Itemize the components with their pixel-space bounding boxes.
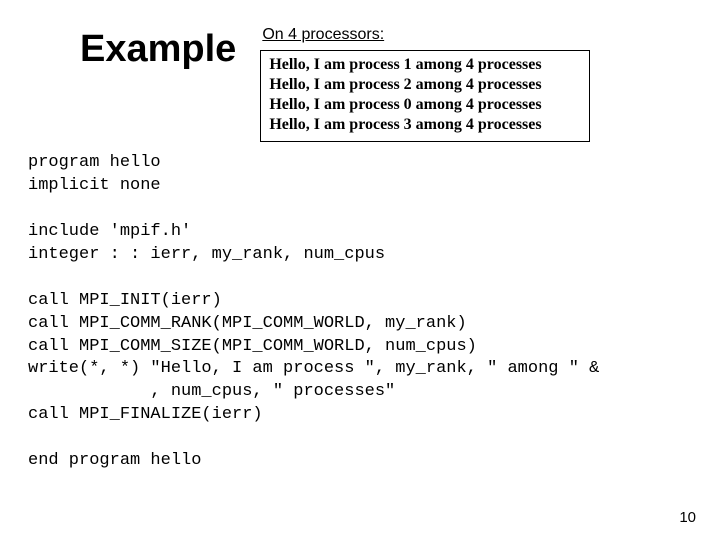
output-box: Hello, I am process 1 among 4 processes … xyxy=(260,50,590,142)
output-line: Hello, I am process 2 among 4 processes xyxy=(269,75,581,95)
code-line: integer : : ierr, my_rank, num_cpus xyxy=(28,245,385,264)
code-line: , num_cpus, " processes" xyxy=(28,382,395,401)
code-line: call MPI_COMM_RANK(MPI_COMM_WORLD, my_ra… xyxy=(28,314,467,333)
code-line: implicit none xyxy=(28,176,161,195)
output-line: Hello, I am process 3 among 4 processes xyxy=(269,115,581,135)
output-line: Hello, I am process 1 among 4 processes xyxy=(269,55,581,75)
output-column: On 4 processors: Hello, I am process 1 a… xyxy=(260,26,692,142)
code-line: write(*, *) "Hello, I am process ", my_r… xyxy=(28,359,599,378)
code-line: include 'mpif.h' xyxy=(28,222,191,241)
code-line: program hello xyxy=(28,153,161,172)
code-block: program hello implicit none include 'mpi… xyxy=(28,152,692,473)
code-line: call MPI_COMM_SIZE(MPI_COMM_WORLD, num_c… xyxy=(28,337,477,356)
code-line: call MPI_FINALIZE(ierr) xyxy=(28,405,263,424)
header-row: Example On 4 processors: Hello, I am pro… xyxy=(28,24,692,142)
code-line: end program hello xyxy=(28,451,201,470)
output-heading: On 4 processors: xyxy=(262,26,692,44)
output-line: Hello, I am process 0 among 4 processes xyxy=(269,95,581,115)
code-line: call MPI_INIT(ierr) xyxy=(28,291,222,310)
page-number: 10 xyxy=(679,509,696,526)
slide-title: Example xyxy=(80,28,236,71)
